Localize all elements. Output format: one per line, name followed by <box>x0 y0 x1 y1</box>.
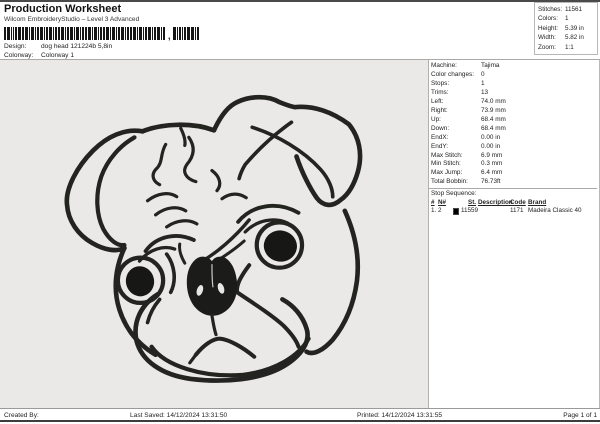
col-description: Description <box>478 198 513 206</box>
detail-row-max-stitch: Max Stitch: 6.9 mm <box>431 152 599 161</box>
pug-design-preview <box>64 94 363 383</box>
design-canvas <box>0 60 429 408</box>
stop-st-value: 11559 <box>460 207 478 215</box>
detail-row-right: Right: 73.9 mm <box>431 107 599 116</box>
stop-sequence-row: 1. 2 11559 1171 Madeira Classic 40 <box>431 207 595 215</box>
stop-description <box>478 207 510 215</box>
stop-brand: Madeira Classic 40 <box>528 207 582 215</box>
page-bottom-rule <box>0 420 600 422</box>
height-value: 5.39 in <box>565 24 584 32</box>
summary-row-zoom: Zoom: 1:1 <box>538 43 594 52</box>
thread-color-swatch <box>453 207 459 215</box>
col-num: # <box>431 198 435 206</box>
max-jump-value: 6.4 mm <box>481 169 503 177</box>
up-value: 68.4 mm <box>481 115 506 123</box>
total-bobbin-value: 76.73ft <box>481 178 501 186</box>
stops-label: Stops: <box>431 79 450 87</box>
zoom-value: 1:1 <box>565 43 574 51</box>
zoom-label: Zoom: <box>538 43 556 51</box>
detail-row-left: Left: 74.0 mm <box>431 98 599 107</box>
summary-row-stitches: Stitches: 11561 <box>538 5 594 14</box>
stops-value: 1 <box>481 79 485 87</box>
max-stitch-value: 6.9 mm <box>481 151 503 159</box>
up-label: Up: <box>431 115 441 123</box>
right-value: 73.9 mm <box>481 106 506 114</box>
col-st: St. <box>468 198 477 206</box>
page-title: Production Worksheet <box>4 3 122 15</box>
max-stitch-label: Max Stitch: <box>431 151 463 159</box>
detail-row-total-bobbin: Total Bobbin: 76.73ft <box>431 178 599 187</box>
summary-row-colors: Colors: 1 <box>538 14 594 23</box>
trims-label: Trims: <box>431 88 449 96</box>
min-stitch-value: 0.3 mm <box>481 160 503 168</box>
machine-label: Machine: <box>431 62 457 69</box>
created-by-label: Created By: <box>4 412 39 419</box>
detail-row-color-changes: Color changes: 0 <box>431 71 599 80</box>
stop-code: 1171 <box>510 207 524 215</box>
col-brand: Brand <box>528 198 547 206</box>
stop-n: 2 <box>438 207 442 215</box>
colors-value: 1 <box>565 15 569 23</box>
height-label: Height: <box>538 24 558 32</box>
page-number: Page 1 of 1 <box>563 412 597 419</box>
stitches-value: 11561 <box>565 6 583 13</box>
col-n: N# <box>438 198 447 206</box>
app-subtitle: Wilcom EmbroideryStudio – Level 3 Advanc… <box>4 16 140 23</box>
page-top-rule <box>0 0 600 2</box>
width-label: Width: <box>538 34 556 42</box>
colorway-label: Colorway: <box>4 52 34 59</box>
colorway-value: Colorway 1 <box>41 52 74 59</box>
color-changes-label: Color changes: <box>431 70 474 78</box>
detail-row-trims: Trims: 13 <box>431 89 599 98</box>
colors-label: Colors: <box>538 15 558 23</box>
design-label: Design: <box>4 43 27 50</box>
detail-row-endy: EndY: 0.00 in <box>431 143 599 152</box>
design-details-panel: Machine: Tajima Color changes: 0 Stops: 1 T… <box>429 60 600 410</box>
stitches-label: Stitches: <box>538 6 563 13</box>
col-code: Code <box>510 198 526 206</box>
down-value: 68.4 mm <box>481 124 506 132</box>
left-label: Left: <box>431 97 444 105</box>
endy-value: 0.00 in <box>481 142 501 150</box>
width-value: 5.82 in <box>565 34 584 42</box>
trims-value: 13 <box>481 88 489 96</box>
production-worksheet-page: Production Worksheet Wilcom EmbroiderySt… <box>0 0 600 424</box>
summary-row-height: Height: 5.39 in <box>538 24 594 33</box>
detail-row-down: Down: 68.4 mm <box>431 125 599 134</box>
stop-st-cell: 11559 <box>453 207 478 215</box>
design-name-value: dog head 121224b 5,8in <box>41 43 113 50</box>
detail-row-min-stitch: Min Stitch: 0.3 mm <box>431 160 599 169</box>
stop-sequence-title: Stop Sequence: <box>431 190 477 198</box>
colorway-row: Colorway: Colorway 1 <box>4 52 74 59</box>
color-changes-value: 0 <box>481 70 485 78</box>
detail-row-stops: Stops: 1 <box>431 80 599 89</box>
max-jump-label: Max Jump: <box>431 169 463 177</box>
detail-row-max-jump: Max Jump: 6.4 mm <box>431 169 599 178</box>
detail-row-machine: Machine: Tajima <box>431 62 599 71</box>
detail-row-endx: EndX: 0.00 in <box>431 134 599 143</box>
left-value: 74.0 mm <box>481 97 506 105</box>
machine-value: Tajima <box>481 62 500 69</box>
endx-value: 0.00 in <box>481 133 501 141</box>
summary-row-width: Width: 5.82 in <box>538 33 594 42</box>
total-bobbin-label: Total Bobbin: <box>431 178 468 186</box>
down-label: Down: <box>431 124 450 132</box>
stop-num: 1. <box>431 207 437 215</box>
design-row: Design: dog head 121224b 5,8in <box>4 43 112 50</box>
detail-row-up: Up: 68.4 mm <box>431 116 599 125</box>
stop-sequence-table: # N# St. Description Code Brand 1. 2 115… <box>431 199 595 215</box>
min-stitch-label: Min Stitch: <box>431 160 461 168</box>
design-summary-box: Stitches: 11561 Colors: 1 Height: 5.39 i… <box>534 2 598 56</box>
endx-label: EndX: <box>431 133 449 141</box>
printed-text: Printed: 14/12/2024 13:31:55 <box>357 412 443 419</box>
right-label: Right: <box>431 106 448 114</box>
stop-sequence-header: # N# St. Description Code Brand <box>431 199 595 207</box>
design-barcode: , <box>4 26 200 41</box>
last-saved-text: Last Saved: 14/12/2024 13:31:50 <box>130 412 228 419</box>
endy-label: EndY: <box>431 142 449 150</box>
